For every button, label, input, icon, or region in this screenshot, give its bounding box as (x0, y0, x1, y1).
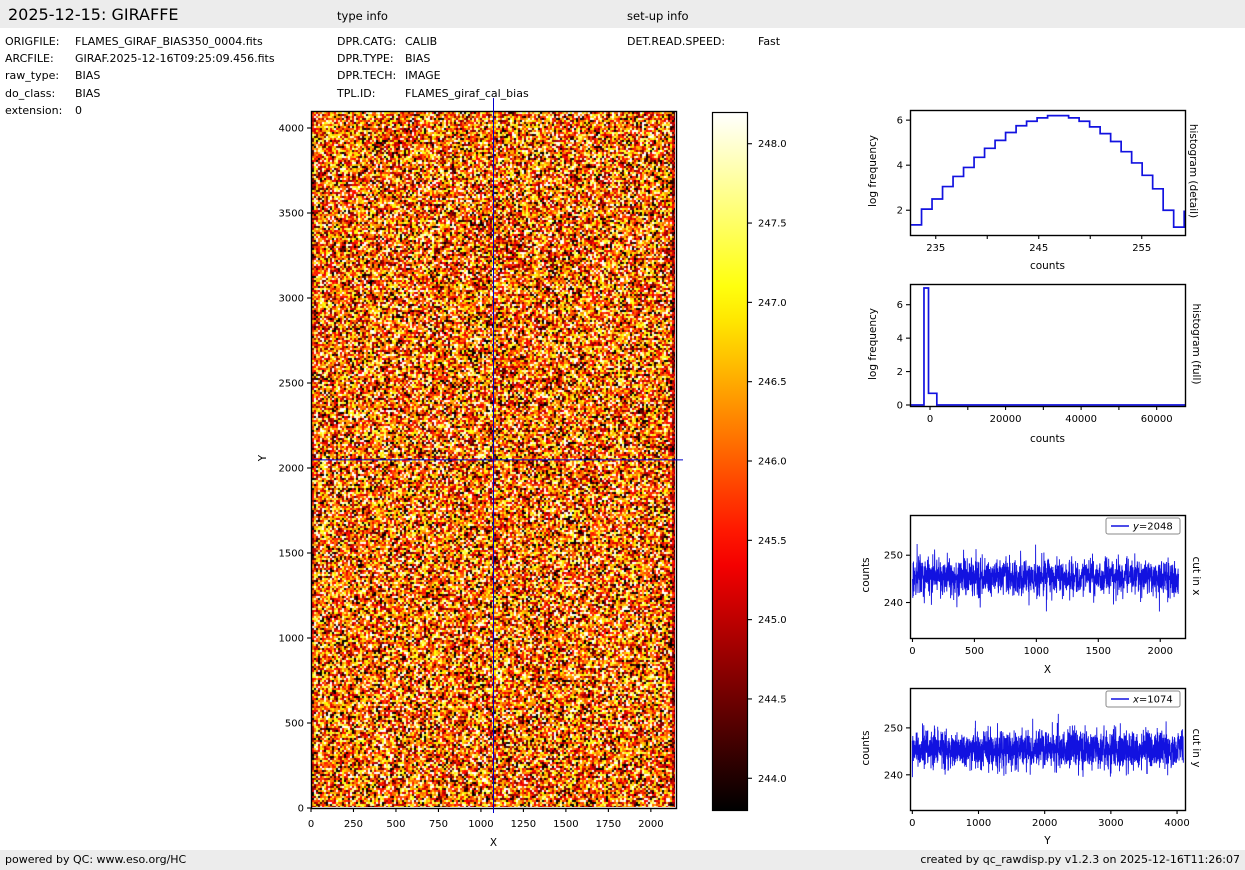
y-tick-label: 240 (884, 770, 903, 781)
hist-full-xlabel: counts (910, 433, 1185, 445)
y-tick-label: 1500 (279, 549, 304, 560)
cut-y-right-label: cut in y (1190, 718, 1202, 778)
hist-detail-frame (911, 111, 1186, 236)
x-tick-label: 1000 (966, 818, 991, 829)
hist-full-right-label: histogram (full) (1190, 294, 1202, 394)
cut-y-xlabel: Y (910, 835, 1185, 847)
x-tick-label: 1000 (468, 819, 493, 830)
y-tick-label: 250 (884, 723, 903, 734)
cut-x-curve (913, 544, 1179, 612)
x-tick-label: 3000 (1098, 818, 1123, 829)
colorbar-tick-label: 244.0 (758, 774, 787, 785)
y-tick-label: 2500 (279, 379, 304, 390)
hist-detail-curve (911, 116, 1185, 227)
y-tick-label: 4 (897, 161, 903, 172)
cut-x-ylabel: counts (860, 545, 872, 605)
x-tick-label: 250 (344, 819, 363, 830)
x-tick-label: 2000 (1032, 818, 1057, 829)
hist-full-frame (911, 285, 1186, 407)
x-tick-label: 1500 (1086, 646, 1111, 657)
main-yaxis-label: Y (257, 448, 269, 468)
cut-y-legend-label: x=1074 (1132, 695, 1173, 706)
colorbar-gradient (712, 112, 747, 810)
y-tick-label: 6 (897, 116, 903, 127)
hist-detail-right-label: histogram (detail) (1187, 111, 1199, 231)
colorbar-tick-label: 246.5 (758, 377, 787, 388)
x-tick-label: 1000 (1024, 646, 1049, 657)
y-tick-label: 1000 (279, 634, 304, 645)
colorbar-tick-label: 247.0 (758, 298, 787, 309)
x-tick-label: 4000 (1164, 818, 1189, 829)
y-tick-label: 0 (897, 400, 903, 411)
cut-y-curve (912, 714, 1183, 777)
x-tick-label: 500 (386, 819, 405, 830)
hist-detail-xlabel: counts (910, 260, 1185, 272)
x-tick-label: 60000 (1141, 414, 1173, 425)
footer-created-by: created by qc_rawdisp.py v1.2.3 on 2025-… (920, 853, 1240, 866)
colorbar-tick-label: 247.5 (758, 219, 787, 230)
hist-detail-ylabel: log frequency (867, 131, 879, 211)
footer-bar: powered by QC: www.eso.org/HC created by… (0, 850, 1245, 870)
colorbar-tick-label: 246.0 (758, 457, 787, 468)
crosshair (312, 98, 683, 813)
x-tick-label: 245 (1029, 243, 1048, 254)
hist-full-ylabel: log frequency (867, 294, 879, 394)
main-xaxis-label: X (311, 837, 676, 849)
y-tick-label: 3000 (279, 294, 304, 305)
x-tick-label: 2000 (638, 819, 663, 830)
colorbar-tick-label: 244.5 (758, 694, 787, 705)
colorbar-tick-label: 248.0 (758, 139, 787, 150)
y-tick-label: 4 (897, 334, 903, 345)
y-tick-label: 2 (897, 367, 903, 378)
x-tick-label: 40000 (1065, 414, 1097, 425)
y-tick-label: 4000 (279, 124, 304, 135)
x-tick-label: 2000 (1147, 646, 1172, 657)
x-tick-label: 0 (927, 414, 933, 425)
x-tick-label: 235 (926, 243, 945, 254)
y-tick-label: 240 (884, 598, 903, 609)
colorbar-tick-label: 245.5 (758, 536, 787, 547)
cut-y-ylabel: counts (860, 718, 872, 778)
y-tick-label: 2 (897, 206, 903, 217)
y-tick-label: 250 (884, 551, 903, 562)
cut-x-right-label: cut in x (1190, 546, 1202, 606)
hist-full-curve (910, 288, 1185, 405)
y-tick-label: 2000 (279, 464, 304, 475)
x-tick-label: 750 (429, 819, 448, 830)
x-tick-label: 0 (909, 818, 915, 829)
y-tick-label: 3500 (279, 209, 304, 220)
y-tick-label: 500 (285, 719, 304, 730)
x-tick-label: 500 (965, 646, 984, 657)
x-tick-label: 0 (308, 819, 314, 830)
cut-y-legend: x=1074 (1106, 691, 1180, 707)
cut-x-legend: y=2048 (1106, 518, 1180, 534)
x-tick-label: 1500 (553, 819, 578, 830)
y-tick-label: 0 (298, 804, 304, 815)
x-tick-label: 255 (1132, 243, 1151, 254)
colorbar-tick-label: 245.0 (758, 615, 787, 626)
footer-powered-by: powered by QC: www.eso.org/HC (5, 853, 186, 866)
x-tick-label: 1250 (511, 819, 536, 830)
x-tick-label: 1750 (596, 819, 621, 830)
cut-x-legend-label: y=2048 (1132, 522, 1173, 533)
x-tick-label: 0 (909, 646, 915, 657)
cut-x-xlabel: X (910, 664, 1185, 676)
x-tick-label: 20000 (990, 414, 1022, 425)
y-tick-label: 6 (897, 300, 903, 311)
